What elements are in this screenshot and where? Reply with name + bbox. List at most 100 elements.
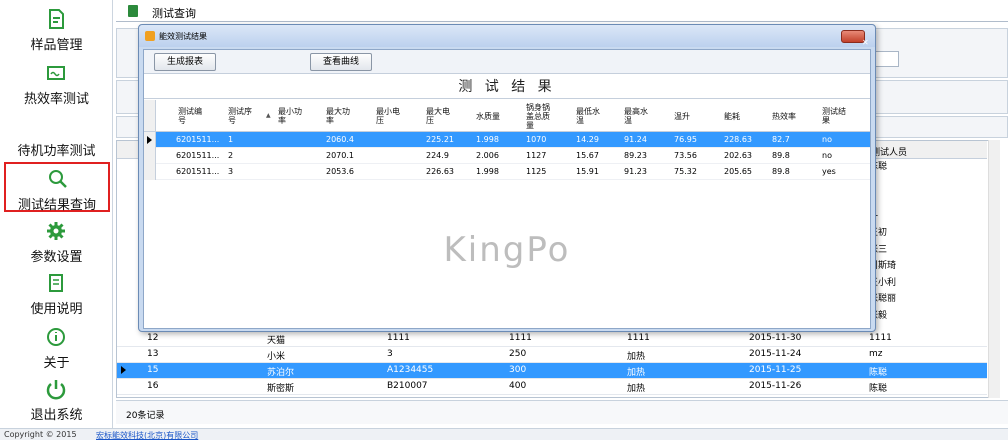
column-header[interactable]: 测试编号: [178, 102, 208, 130]
cell: 15.91: [576, 167, 599, 176]
cell: 89.8: [772, 167, 790, 176]
watermark: KingPo: [443, 230, 571, 270]
column-header[interactable]: 温升: [674, 102, 704, 130]
power-icon: [46, 380, 66, 400]
nav-about[interactable]: 关于: [0, 322, 113, 372]
cell: 15: [147, 365, 159, 375]
cell: 3: [387, 349, 393, 359]
table-row-selected[interactable]: 15 苏泊尔 A1234455 300 加热 2015-11-25 陈聪: [117, 363, 987, 379]
cell: 6201511...: [176, 151, 220, 160]
cell: no: [822, 151, 832, 160]
nav-label: 使用说明: [30, 302, 83, 317]
cell: 2053.6: [326, 167, 354, 176]
result-row-selected[interactable]: 6201511... 1 2060.4 225.21 1.998 1070 14…: [144, 132, 870, 148]
column-header[interactable]: 锅身锅盖总质量: [526, 102, 556, 130]
column-header-tester: 测试人员: [871, 148, 908, 158]
cell: 75.32: [674, 167, 697, 176]
cell: 300: [509, 365, 527, 375]
nav-parameter-settings[interactable]: 参数设置: [0, 216, 113, 266]
nav-sample-management[interactable]: 样品管理: [0, 4, 113, 54]
table-row[interactable]: 13 小米 3 250 加热 2015-11-24 mz: [117, 347, 987, 363]
cell: no: [822, 135, 832, 144]
result-row[interactable]: 6201511... 3 2053.6 226.63 1.998 1125 15…: [144, 164, 870, 180]
dialog-toolbar: 生成报表 查看曲线: [144, 50, 870, 74]
cell: 1.998: [476, 167, 499, 176]
moon-icon: [50, 118, 66, 135]
cell: A1234455: [387, 365, 434, 375]
sidebar: 样品管理 热效率测试 待机功率测试 测试结果查询 参数设置 使用说明 关于 退出…: [0, 0, 113, 428]
close-button[interactable]: ✕: [841, 30, 869, 47]
monitor-icon: [47, 66, 65, 80]
grid-scrollbar[interactable]: [988, 140, 1000, 398]
nav-exit-system[interactable]: 退出系统: [0, 374, 113, 424]
result-row[interactable]: 6201511... 2 2070.1 224.9 2.006 1127 15.…: [144, 148, 870, 164]
cell: 1127: [526, 151, 547, 160]
manual-icon: [49, 274, 63, 292]
company-link[interactable]: 宏标能效科技(北京)有限公司: [96, 430, 198, 441]
cell: 91.23: [624, 167, 647, 176]
view-curve-button[interactable]: 查看曲线: [310, 53, 372, 71]
column-header[interactable]: 最小功率: [278, 102, 308, 130]
nav-thermal-efficiency-test[interactable]: 热效率测试: [0, 58, 113, 108]
cell: 小米: [267, 352, 286, 362]
column-header[interactable]: 最高水温: [624, 102, 654, 130]
column-header[interactable]: 最大功率: [326, 102, 356, 130]
cell: 12: [147, 333, 159, 343]
cell: 89.8: [772, 151, 790, 160]
column-header[interactable]: 能耗: [724, 102, 754, 130]
cell: 2015-11-24: [749, 349, 802, 359]
generate-report-button[interactable]: 生成报表: [154, 53, 216, 71]
cell: 1: [228, 135, 234, 144]
cell: 226.63: [426, 167, 454, 176]
cell: 1125: [526, 167, 547, 176]
nav-user-manual[interactable]: 使用说明: [0, 268, 113, 318]
cell: 14.29: [576, 135, 599, 144]
cell: 6201511...: [176, 135, 220, 144]
cell: 2070.1: [326, 151, 354, 160]
column-header[interactable]: 热效率: [772, 102, 808, 130]
cell: 1111: [627, 333, 650, 343]
nav-label: 样品管理: [30, 38, 83, 53]
nav-label: 关于: [43, 356, 70, 371]
nav-standby-power-test[interactable]: 待机功率测试: [0, 110, 113, 160]
cell: 加热: [627, 368, 646, 378]
cell: 陈聪: [869, 384, 888, 394]
document-icon: [49, 9, 64, 29]
column-header[interactable]: 最低水温: [576, 102, 606, 130]
row-pointer-icon: [121, 366, 126, 374]
main-title-bar: 测试查询: [116, 0, 1008, 22]
sort-asc-icon: ▲: [266, 112, 271, 119]
column-header[interactable]: 测试结果: [822, 102, 852, 130]
cell: 陈聪: [869, 368, 888, 378]
record-count: 20条记录: [126, 411, 165, 421]
cell: 73.56: [674, 151, 697, 160]
result-title: 测 试 结 果: [144, 75, 870, 99]
table-row[interactable]: 12 天猫 1111 1111 1111 2015-11-30 1111: [117, 331, 987, 347]
footer: Copyright © 2015 宏标能效科技(北京)有限公司: [0, 428, 1008, 440]
cell: 250: [509, 349, 527, 359]
info-icon: [47, 328, 65, 346]
cell: 2: [228, 151, 234, 160]
column-header[interactable]: 测试序号: [228, 102, 258, 130]
cell: 6201511...: [176, 167, 220, 176]
nav-test-result-query[interactable]: 测试结果查询: [4, 162, 110, 213]
nav-label: 退出系统: [30, 408, 83, 423]
cell: 89.23: [624, 151, 647, 160]
dialog-title-bar[interactable]: 能效测试结果 ✕: [139, 25, 875, 47]
gear-icon: [47, 222, 65, 240]
nav-label: 参数设置: [30, 250, 83, 265]
cell: 苏泊尔: [267, 368, 295, 378]
cell: 2015-11-30: [749, 333, 802, 343]
row-header: [144, 164, 156, 180]
copyright-text: Copyright © 2015: [4, 430, 77, 439]
dialog-title: 能效测试结果: [159, 32, 207, 41]
column-header[interactable]: 最大电压: [426, 102, 456, 130]
column-header[interactable]: 最小电压: [376, 102, 406, 130]
table-row[interactable]: 16 斯密斯 B210007 400 加热 2015-11-26 陈聪: [117, 379, 987, 395]
cell: yes: [822, 167, 836, 176]
cell: 400: [509, 381, 527, 391]
cell: 1111: [869, 333, 892, 343]
column-header[interactable]: 水质量: [476, 102, 516, 130]
nav-label: 热效率测试: [23, 92, 89, 107]
window-icon: [145, 31, 155, 41]
